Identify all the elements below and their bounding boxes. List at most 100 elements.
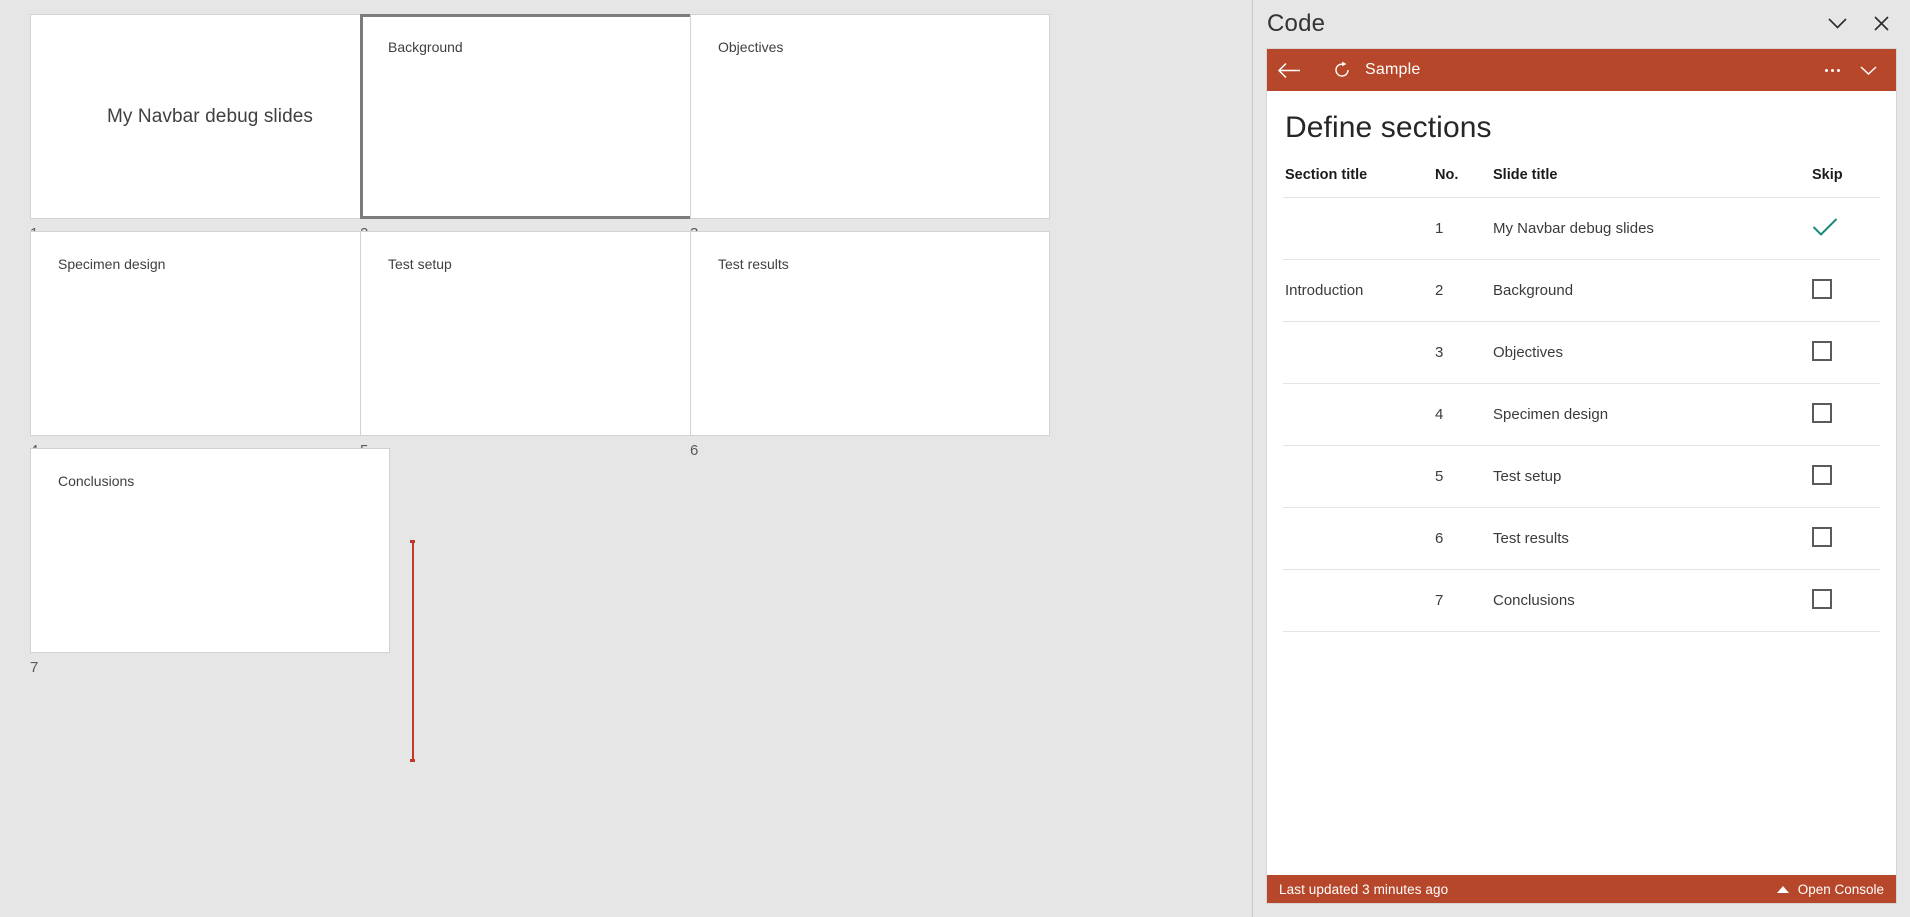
cell-skip [1790,383,1880,446]
close-icon[interactable] [1866,9,1896,39]
chevron-down-icon[interactable] [1854,56,1882,84]
slide-thumbnail-cell[interactable]: Specimen design4 [30,231,390,459]
open-console-label: Open Console [1797,881,1884,897]
table-row[interactable]: 3 Objectives [1283,321,1880,384]
last-updated-label: Last updated 3 minutes ago [1279,881,1449,897]
addin-app-name: Sample [1365,61,1421,78]
slide-thumbnail-title: My Navbar debug slides [106,105,314,127]
table-row[interactable]: 5 Test setup [1283,445,1880,508]
table-row[interactable]: 4 Specimen design [1283,383,1880,446]
ellipsis-icon[interactable] [1818,56,1846,84]
addin-heading: Define sections [1285,111,1492,144]
slide-thumbnail-title: Background [388,39,463,55]
cell-slide-number: 3 [1435,321,1493,384]
table-header-row: Section title No. Slide title Skip [1283,167,1880,198]
slide-thumbnail-title: Test results [718,256,789,272]
slide-thumbnail[interactable]: Test results [690,231,1050,436]
ellipsis-dots [1824,68,1840,72]
cell-slide-number: 2 [1435,259,1493,322]
slide-thumbnail-title: Objectives [718,39,784,55]
cell-section-title [1283,507,1435,570]
cell-slide-number: 1 [1435,197,1493,260]
cell-skip [1790,321,1880,384]
slide-thumbnail[interactable]: Objectives [690,14,1050,219]
slide-insertion-cursor [410,540,415,762]
task-pane-header: Code [1253,0,1910,47]
cell-section-title [1283,383,1435,446]
addin-topbar: Sample [1267,49,1896,91]
table-row[interactable]: 1 My Navbar debug slides [1283,197,1880,260]
cell-skip [1790,259,1880,322]
cell-slide-title: Objectives [1493,321,1790,384]
cell-section-title [1283,569,1435,632]
skip-checkbox[interactable] [1812,526,1832,547]
cell-slide-title: Test results [1493,507,1790,570]
cell-section-title: Introduction [1283,259,1435,322]
table-row[interactable]: 6 Test results [1283,507,1880,570]
slide-thumbnail-cell[interactable]: My Navbar debug slides1 [30,14,390,242]
slide-thumbnail[interactable]: Test setup [360,231,720,436]
cell-section-title [1283,321,1435,384]
sections-table-body: 1 My Navbar debug slides Introduction 2 Back… [1283,197,1880,632]
cell-slide-number: 5 [1435,445,1493,508]
slide-sorter-pane[interactable]: My Navbar debug slides1Background2Object… [0,0,1252,917]
slide-thumbnail-cell[interactable]: Objectives3 [690,14,1050,242]
triangle-up-icon [1776,885,1789,893]
insertion-cursor-bar [412,540,414,762]
cell-slide-title: My Navbar debug slides [1493,197,1790,260]
cell-section-title [1283,445,1435,508]
cell-skip [1790,197,1880,260]
column-header-skip: Skip [1812,167,1843,183]
table-row[interactable]: 7 Conclusions [1283,569,1880,632]
open-console-button[interactable]: Open Console [1776,881,1884,897]
slide-number-label: 5 [360,442,720,459]
code-task-pane: Code Sample Define sections Section titl… [1253,0,1910,917]
addin-topbar-actions [1818,56,1896,84]
slide-thumbnail[interactable]: Conclusions [30,448,390,653]
cell-section-title [1283,197,1435,260]
slide-thumbnail-title: Conclusions [58,473,135,489]
cell-slide-title: Background [1493,259,1790,322]
cell-slide-number: 4 [1435,383,1493,446]
column-header-slide-title: Slide title [1493,167,1558,183]
cell-slide-title: Specimen design [1493,383,1790,446]
cell-slide-title: Test setup [1493,445,1790,508]
cell-slide-number: 7 [1435,569,1493,632]
slide-thumbnail-cell[interactable]: Background2 [360,14,720,242]
slide-thumbnail-title: Specimen design [58,256,166,272]
cell-slide-number: 6 [1435,507,1493,570]
insertion-cursor-cap-bottom [410,759,415,762]
skip-checkbox[interactable] [1812,278,1832,299]
skip-checkbox[interactable] [1812,464,1832,485]
slide-number-label: 6 [690,442,699,459]
slide-thumbnail[interactable]: My Navbar debug slides [30,14,390,219]
column-header-no: No. [1435,167,1459,183]
cell-slide-title: Conclusions [1493,569,1790,632]
slide-number-label: 7 [30,659,39,676]
addin-frame: Sample Define sections Section title No.… [1266,48,1897,904]
skip-checkbox[interactable] [1812,340,1832,361]
chevron-down-icon[interactable] [1822,9,1852,39]
refresh-icon[interactable] [1327,49,1357,91]
sections-table-head: Section title No. Slide title Skip [1283,167,1880,198]
sections-table: Section title No. Slide title Skip 1 My N… [1283,167,1880,632]
table-row[interactable]: Introduction 2 Background [1283,259,1880,322]
task-pane-title: Code [1267,9,1326,37]
addin-status-bar: Last updated 3 minutes ago Open Console [1267,875,1896,903]
skip-checkbox[interactable] [1812,402,1832,423]
slide-thumbnail-cell[interactable]: Conclusions 7 [30,448,390,676]
skip-checkbox[interactable] [1812,588,1832,609]
cell-skip [1790,507,1880,570]
addin-body: Define sections Section title No. Slide … [1267,91,1896,875]
cell-skip [1790,569,1880,632]
slide-thumbnail-cell[interactable]: Test setup 5 [360,231,720,459]
cell-skip [1790,445,1880,508]
task-pane-header-actions [1822,9,1910,39]
slide-thumbnail-selected[interactable]: Background [360,14,720,219]
check-icon[interactable] [1812,217,1838,237]
back-arrow-icon[interactable] [1267,49,1311,91]
slide-thumbnail-cell[interactable]: Test results 6 [690,231,1050,459]
slide-thumbnail[interactable]: Specimen design [30,231,390,436]
slide-thumbnail-title: Test setup [388,256,452,272]
column-header-section-title: Section title [1285,167,1368,183]
